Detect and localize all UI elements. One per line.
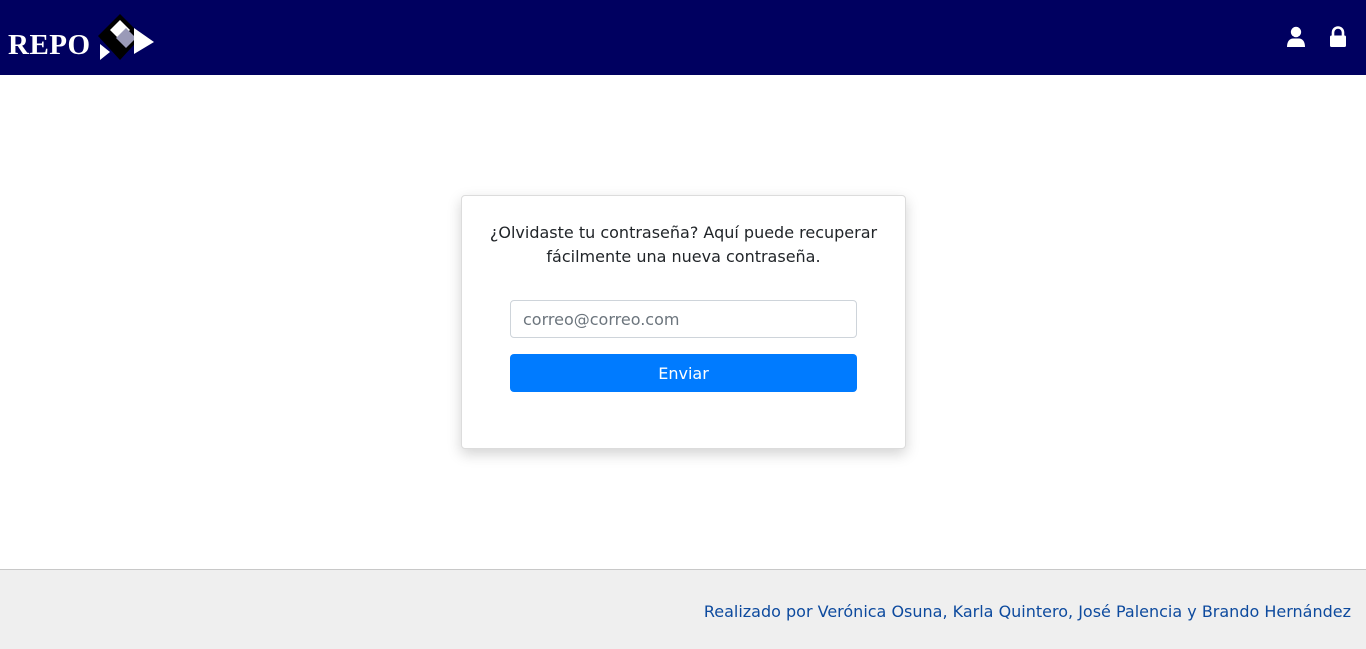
recovery-message: ¿Olvidaste tu contraseña? Aquí puede rec… — [489, 223, 878, 266]
nav-icons — [1286, 26, 1348, 48]
logo-mark-icon — [98, 14, 154, 60]
top-navbar: REPO — [0, 0, 1366, 75]
password-recovery-card: ¿Olvidaste tu contraseña? Aquí puede rec… — [461, 195, 906, 449]
user-icon[interactable] — [1286, 26, 1306, 48]
send-button[interactable]: Enviar — [510, 354, 857, 392]
footer-credits: Realizado por Verónica Osuna, Karla Quin… — [703, 602, 1351, 621]
email-field[interactable] — [510, 300, 857, 338]
repo-logo[interactable]: REPO — [8, 14, 154, 62]
logo-text: REPO — [8, 29, 91, 61]
lock-icon[interactable] — [1328, 26, 1348, 48]
footer: Realizado por Verónica Osuna, Karla Quin… — [0, 569, 1366, 649]
